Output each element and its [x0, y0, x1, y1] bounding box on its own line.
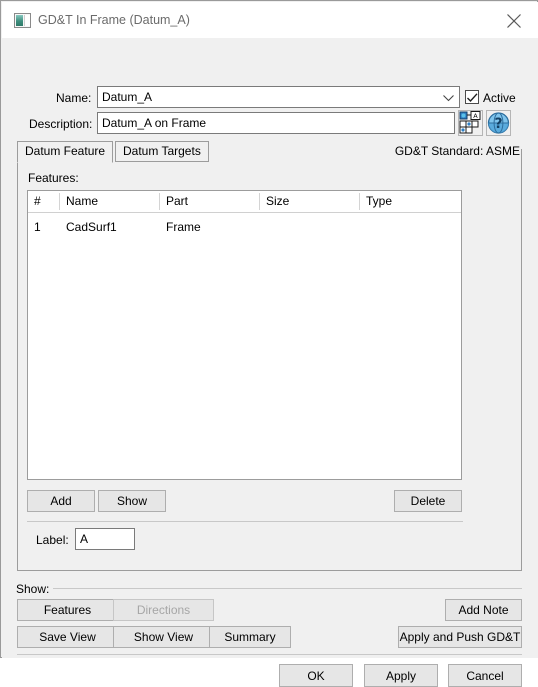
name-combobox[interactable]: Datum_A — [97, 86, 460, 108]
label-field-label: Label: — [36, 533, 69, 547]
cell-part: Frame — [166, 220, 201, 234]
gdt-standard-text: GD&T Standard: ASME — [394, 144, 520, 158]
column-header-size[interactable]: Size — [260, 191, 359, 212]
cell-name: CadSurf1 — [66, 220, 117, 234]
show-features-button[interactable]: Features — [17, 599, 118, 621]
add-note-button[interactable]: Add Note — [445, 599, 522, 621]
bottom-separator — [17, 654, 522, 655]
show-view-button[interactable]: Show View — [113, 626, 214, 648]
label-input[interactable]: A — [75, 528, 135, 550]
cell-size — [260, 218, 359, 236]
save-view-button[interactable]: Save View — [17, 626, 118, 648]
active-label: Active — [483, 91, 516, 105]
column-header-part[interactable]: Part — [160, 191, 259, 212]
tab-datum-targets[interactable]: Datum Targets — [115, 141, 209, 162]
label-value: A — [80, 532, 89, 546]
show-group-title: Show: — [16, 582, 54, 596]
apply-button[interactable]: Apply — [364, 664, 438, 687]
ok-button[interactable]: OK — [279, 664, 353, 687]
svg-text:A: A — [473, 112, 478, 120]
gdt-feature-control-frame-icon[interactable]: A — [458, 110, 483, 136]
window-document-icon — [14, 13, 31, 28]
show-group-separator — [50, 588, 522, 589]
tab-strip: Datum Feature Datum Targets GD&T Standar… — [17, 141, 522, 163]
gdt-dialog-window: GD&T In Frame (Datum_A) Name: Datum_A Ac… — [0, 0, 538, 687]
show-directions-button: Directions — [113, 599, 214, 621]
name-value: Datum_A — [102, 90, 153, 104]
inner-separator — [27, 521, 463, 522]
features-list-header: # Name Part Size Type — [28, 191, 461, 213]
close-icon[interactable] — [492, 3, 538, 37]
chevron-down-icon[interactable] — [438, 88, 458, 107]
dialog-content: Name: Datum_A Active Description: Datum_… — [2, 38, 538, 687]
column-header-number[interactable]: # — [28, 191, 59, 212]
features-section-label: Features: — [28, 171, 79, 185]
cell-type — [360, 218, 460, 236]
tab-datum-feature[interactable]: Datum Feature — [17, 141, 114, 163]
delete-button[interactable]: Delete — [394, 490, 462, 512]
summary-button[interactable]: Summary — [209, 626, 291, 648]
description-label: Description: — [29, 117, 93, 131]
title-bar: GD&T In Frame (Datum_A) — [2, 2, 538, 38]
cancel-button[interactable]: Cancel — [448, 664, 522, 687]
active-checkbox[interactable] — [465, 90, 479, 104]
window-title: GD&T In Frame (Datum_A) — [38, 13, 190, 27]
apply-and-push-gdt-button[interactable]: Apply and Push GD&T — [398, 626, 522, 648]
show-button[interactable]: Show — [98, 490, 166, 512]
column-header-type[interactable]: Type — [360, 191, 460, 212]
add-button[interactable]: Add — [27, 490, 95, 512]
description-value: Datum_A on Frame — [102, 116, 207, 130]
name-label: Name: — [56, 91, 92, 105]
description-input[interactable]: Datum_A on Frame — [97, 112, 455, 134]
cell-number: 1 — [34, 220, 41, 234]
help-globe-icon[interactable]: ? — [486, 110, 511, 136]
features-list[interactable]: # Name Part Size Type 1 CadSurf1 Frame — [27, 190, 462, 480]
column-header-name[interactable]: Name — [60, 191, 159, 212]
svg-text:?: ? — [494, 116, 502, 132]
